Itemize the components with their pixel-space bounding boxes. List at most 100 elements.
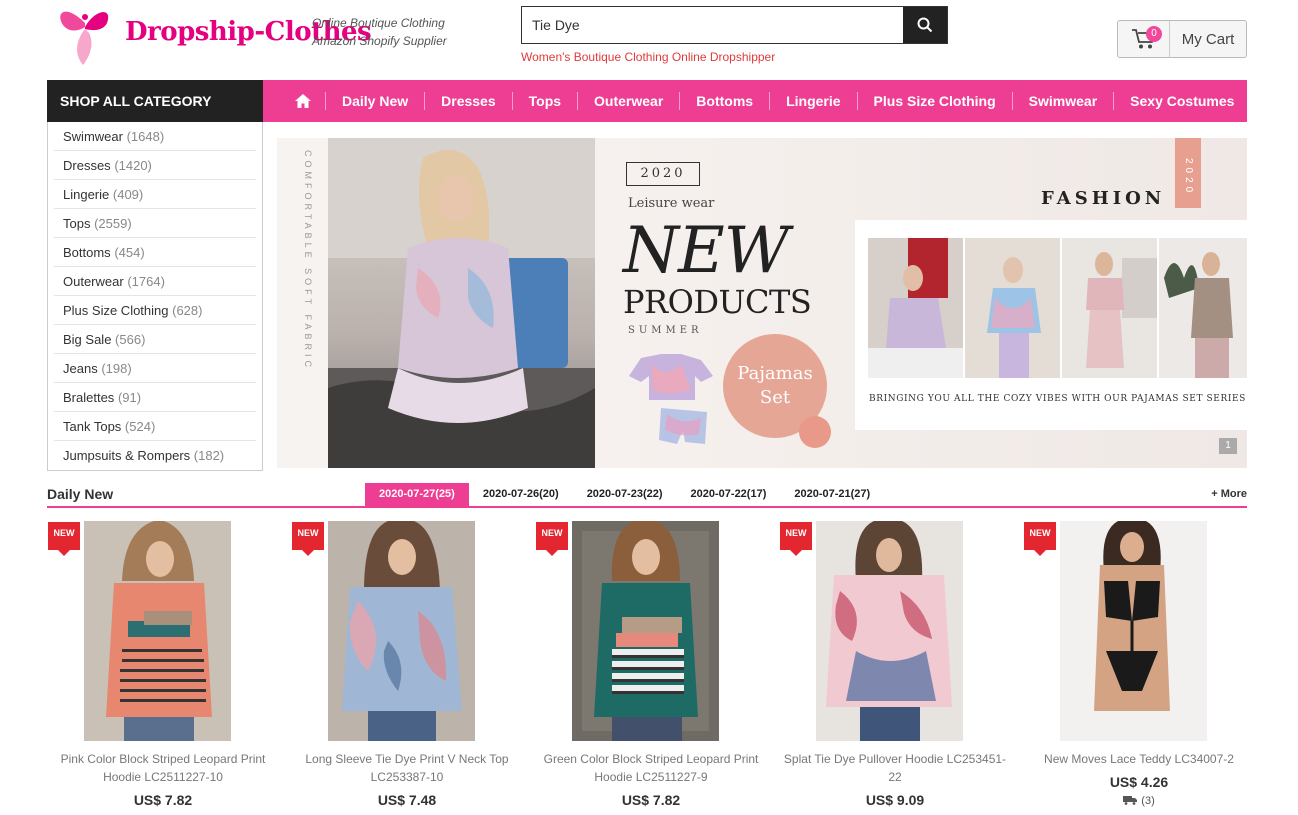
category-name: Outerwear — [63, 274, 124, 289]
banner-new: NEW — [623, 214, 789, 288]
banner-fashion: FASHION — [1041, 188, 1166, 209]
cart-label: My Cart — [1181, 30, 1235, 48]
banner-thumbnails — [868, 238, 1247, 378]
banner-pager[interactable]: 1 — [1219, 438, 1237, 454]
category-item[interactable]: Swimwear (1648) — [54, 122, 256, 151]
category-count: (182) — [193, 448, 225, 463]
date-tab[interactable]: 2020-07-26(20) — [469, 483, 573, 506]
nav-item-bottoms[interactable]: Bottoms — [679, 92, 769, 110]
cart-icon-wrap: 0 — [1118, 21, 1170, 57]
search-icon — [917, 17, 933, 33]
banner-products: PRODUCTS — [623, 283, 812, 321]
new-badge: NEW — [292, 522, 324, 556]
daily-new-tabs: 2020-07-27(25) 2020-07-26(20) 2020-07-23… — [365, 483, 884, 506]
date-tab[interactable]: 2020-07-23(22) — [573, 483, 677, 506]
category-name: Jeans — [63, 361, 98, 376]
category-count: (524) — [124, 419, 156, 434]
date-tab[interactable]: 2020-07-27(25) — [365, 483, 469, 506]
pajamas-line-2: Set — [759, 387, 791, 408]
category-count: (454) — [114, 245, 145, 260]
nav-item-lingerie[interactable]: Lingerie — [769, 92, 856, 110]
product-name[interactable]: Green Color Block Striped Leopard Print … — [535, 750, 767, 786]
product-image[interactable] — [816, 521, 963, 741]
category-name: Lingerie — [63, 187, 110, 202]
category-item[interactable]: Dresses (1420) — [54, 151, 256, 180]
pajama-set-illustration — [629, 354, 713, 444]
search-input[interactable] — [522, 7, 904, 43]
banner-leisure: Leisure wear — [628, 196, 715, 211]
category-count: (566) — [115, 332, 146, 347]
more-link[interactable]: + More — [1211, 488, 1247, 500]
product-image[interactable] — [1060, 521, 1207, 741]
product-price: US$ 7.82 — [621, 792, 681, 808]
category-item[interactable]: Big Sale (566) — [54, 325, 256, 354]
banner-summer: SUMMER — [628, 325, 703, 336]
tagline-line-1: Online Boutique Clothing — [312, 16, 445, 30]
category-name: Bralettes — [63, 390, 115, 405]
truck-icon — [1123, 796, 1138, 805]
date-tab[interactable]: 2020-07-21(27) — [780, 483, 884, 506]
category-count: (2559) — [94, 216, 132, 231]
product-image[interactable] — [572, 521, 719, 741]
new-badge: NEW — [780, 522, 812, 556]
nav-home[interactable] — [281, 80, 325, 122]
product-name[interactable]: Long Sleeve Tie Dye Print V Neck Top LC2… — [291, 750, 523, 786]
daily-new-title: Daily New — [47, 486, 114, 502]
nav-item-sexy-costumes[interactable]: Sexy Costumes — [1113, 92, 1252, 110]
hero-banner[interactable]: COMFORTABLE SOFT FABRIC 2020 Leisure wea… — [277, 138, 1247, 468]
category-item[interactable]: Jeans (198) — [54, 354, 256, 383]
product-name[interactable]: New Moves Lace Teddy LC34007-2 — [1023, 750, 1255, 768]
category-item[interactable]: Bralettes (91) — [54, 383, 256, 412]
category-item[interactable]: Plus Size Clothing (628) — [54, 296, 256, 325]
banner-side-strip: COMFORTABLE SOFT FABRIC — [277, 138, 328, 468]
product-image[interactable] — [328, 521, 475, 741]
date-tab[interactable]: 2020-07-22(17) — [677, 483, 781, 506]
category-name: Plus Size Clothing — [63, 303, 169, 318]
banner-model-photo — [328, 138, 595, 468]
product-price: US$ 7.48 — [377, 792, 437, 808]
category-count: (628) — [172, 303, 203, 318]
banner-thumb-4 — [1159, 238, 1247, 378]
category-item[interactable]: Tops (2559) — [54, 209, 256, 238]
butterfly-logo-icon — [60, 11, 109, 65]
category-count: (1420) — [114, 158, 152, 173]
category-name: Tank Tops — [63, 419, 122, 434]
category-name: Big Sale — [63, 332, 112, 347]
category-name: Tops — [63, 216, 91, 231]
search-button[interactable] — [903, 7, 947, 43]
cart-button[interactable]: 0 My Cart — [1117, 20, 1247, 58]
banner-year-tag: 2020 — [1175, 138, 1201, 208]
new-badge: NEW — [1024, 522, 1056, 556]
nav-item-dresses[interactable]: Dresses — [424, 92, 512, 110]
site-logo[interactable]: Dropship-Clothes — [55, 3, 372, 69]
nav-item-tops[interactable]: Tops — [511, 92, 577, 110]
category-sidebar: Swimwear (1648) Dresses (1420) Lingerie … — [47, 122, 263, 471]
category-item[interactable]: Tank Tops (524) — [54, 412, 256, 441]
nav-item-outerwear[interactable]: Outerwear — [577, 92, 679, 110]
category-count: (1648) — [126, 129, 165, 144]
nav-items: Daily New Dresses Tops Outerwear Bottoms… — [281, 80, 1252, 122]
product-price: US$ 7.82 — [133, 792, 193, 808]
category-name: Dresses — [63, 158, 111, 173]
banner-year: 2020 — [626, 162, 700, 186]
banner-main: 2020 Leisure wear NEW PRODUCTS SUMMER Pa… — [595, 138, 1247, 468]
category-item[interactable]: Lingerie (409) — [54, 180, 256, 209]
category-item[interactable]: Outerwear (1764) — [54, 267, 256, 296]
daily-new-header: Daily New 2020-07-27(25) 2020-07-26(20) … — [47, 483, 1247, 508]
banner-photo-card: BRINGING YOU ALL THE COZY VIBES WITH OUR… — [855, 220, 1247, 430]
nav-item-daily-new[interactable]: Daily New — [325, 92, 424, 110]
category-count: (91) — [117, 390, 142, 405]
product-name[interactable]: Splat Tie Dye Pullover Hoodie LC253451-2… — [779, 750, 1011, 786]
category-item[interactable]: Bottoms (454) — [54, 238, 256, 267]
category-item[interactable]: Jumpsuits & Rompers (182) — [54, 441, 256, 470]
shop-all-category[interactable]: SHOP ALL CATEGORY — [47, 80, 263, 122]
product-image[interactable] — [84, 521, 231, 741]
nav-item-swimwear[interactable]: Swimwear — [1011, 92, 1113, 110]
product-price: US$ 9.09 — [865, 792, 925, 808]
banner-thumb-3 — [1062, 238, 1157, 378]
search-subtext[interactable]: Women's Boutique Clothing Online Dropshi… — [521, 50, 775, 64]
home-icon — [295, 94, 311, 108]
category-count: (1764) — [127, 274, 165, 289]
product-name[interactable]: Pink Color Block Striped Leopard Print H… — [47, 750, 279, 786]
nav-item-plus-size[interactable]: Plus Size Clothing — [856, 92, 1012, 110]
